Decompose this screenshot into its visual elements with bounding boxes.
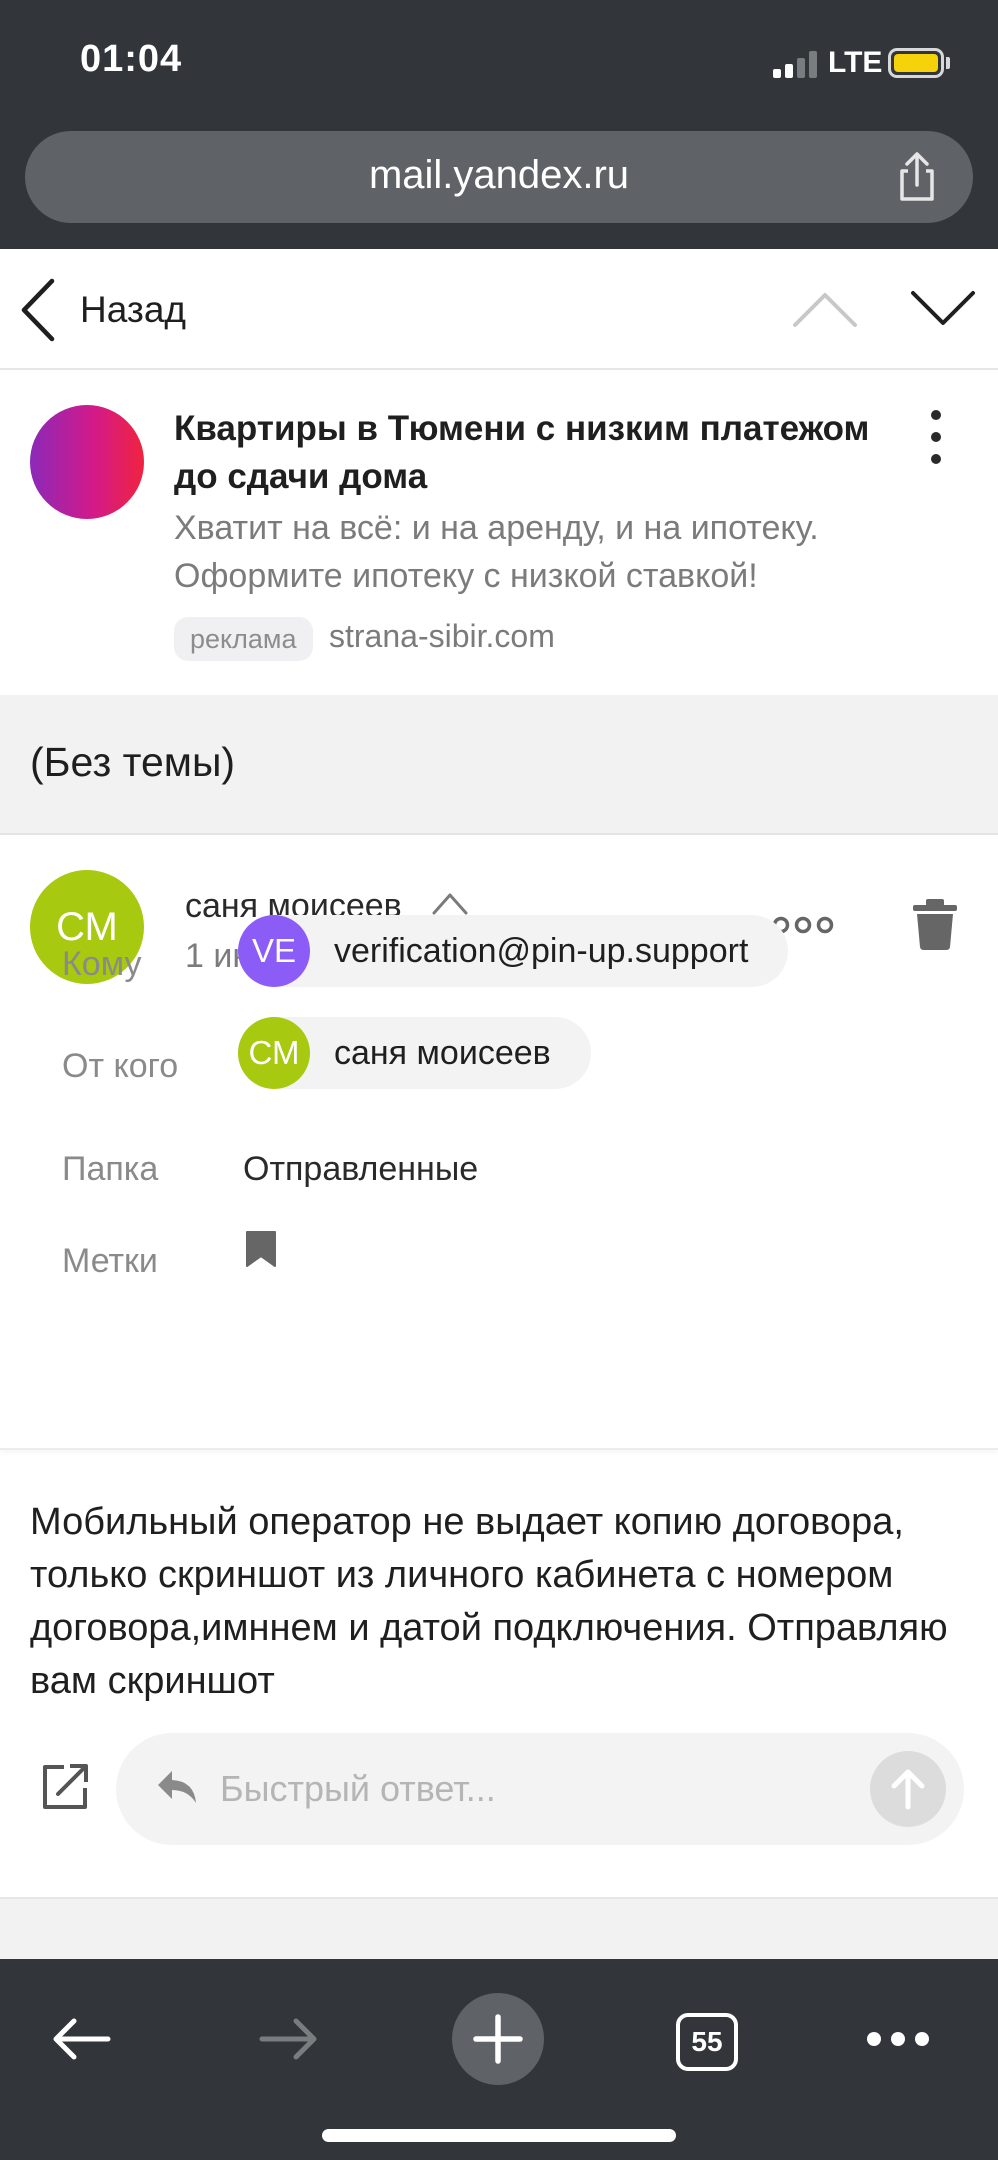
folder-label: Папка — [62, 1150, 159, 1188]
back-label: Назад — [80, 289, 187, 330]
send-button[interactable] — [870, 1751, 946, 1827]
back-button[interactable]: Назад — [18, 277, 186, 343]
home-indicator — [322, 2129, 676, 2142]
battery-nub — [946, 57, 950, 69]
ad-description: Хватит на всё: и на аренду, и на ипотеку… — [174, 509, 819, 595]
labels-label: Метки — [62, 1242, 158, 1280]
status-time: 01:04 — [80, 38, 183, 80]
chevron-up-icon[interactable] — [430, 889, 470, 917]
message-header: СМ саня моисеев 1 июня в 13:42 Кому VE v… — [0, 835, 998, 1450]
trash-icon[interactable] — [910, 897, 960, 951]
share-icon[interactable] — [891, 151, 943, 203]
tabs-icon[interactable]: 55 — [676, 2013, 738, 2071]
arrow-left-icon[interactable] — [50, 2017, 112, 2061]
more-dots-icon[interactable] — [866, 2029, 930, 2049]
subject-bar: (Без темы) — [0, 695, 998, 835]
battery-icon — [888, 48, 944, 78]
address-bar[interactable]: mail.yandex.ru — [25, 131, 973, 223]
send-arrow-icon — [891, 1769, 925, 1810]
new-tab-button[interactable] — [452, 1993, 544, 2085]
arrow-right-icon[interactable] — [258, 2017, 320, 2061]
quick-reply-box[interactable] — [116, 1733, 964, 1845]
compose-icon[interactable] — [40, 1762, 90, 1812]
sender-chip[interactable]: СМ саня моисеев — [238, 1017, 591, 1089]
ad-banner[interactable]: Квартиры в Тюмени с низким платежом до с… — [0, 370, 998, 695]
recipient-chip[interactable]: VE verification@pin-up.support — [238, 915, 789, 987]
mail-nav-bar: Назад — [0, 249, 998, 370]
ad-domain[interactable]: strana-sibir.com — [329, 618, 555, 655]
chevron-down-icon[interactable] — [908, 287, 978, 331]
quick-reply-input[interactable] — [220, 1757, 820, 1821]
from-label: От кого — [62, 1047, 179, 1085]
plus-icon — [473, 2014, 523, 2064]
back-chevron-icon — [21, 278, 55, 342]
sender-chip-name: саня моисеев — [334, 1033, 551, 1072]
kebab-menu-icon[interactable] — [920, 408, 952, 468]
url-text[interactable]: mail.yandex.ru — [25, 153, 973, 198]
folder-value[interactable]: Отправленные — [243, 1150, 478, 1189]
recipient-email: verification@pin-up.support — [334, 931, 749, 970]
network-type: LTE — [828, 46, 883, 79]
message-subject: (Без темы) — [30, 739, 236, 785]
ad-title[interactable]: Квартиры в Тюмени с низким платежом до с… — [174, 405, 874, 501]
reply-arrow-icon — [158, 1771, 196, 1803]
sender-chip-avatar: СМ — [238, 1017, 310, 1089]
ad-badge: реклама — [174, 617, 313, 661]
to-label: Кому — [62, 945, 142, 983]
signal-strength-icon — [773, 50, 821, 78]
content-divider — [0, 1897, 998, 1959]
ad-logo — [30, 405, 144, 519]
bookmark-icon[interactable] — [245, 1230, 277, 1268]
recipient-avatar: VE — [238, 915, 310, 987]
browser-top-bar: 01:04 LTE mail.yandex.ru — [0, 0, 998, 249]
chevron-up-icon[interactable] — [790, 287, 860, 331]
message-body: Мобильный оператор не выдает копию догов… — [30, 1501, 948, 1702]
